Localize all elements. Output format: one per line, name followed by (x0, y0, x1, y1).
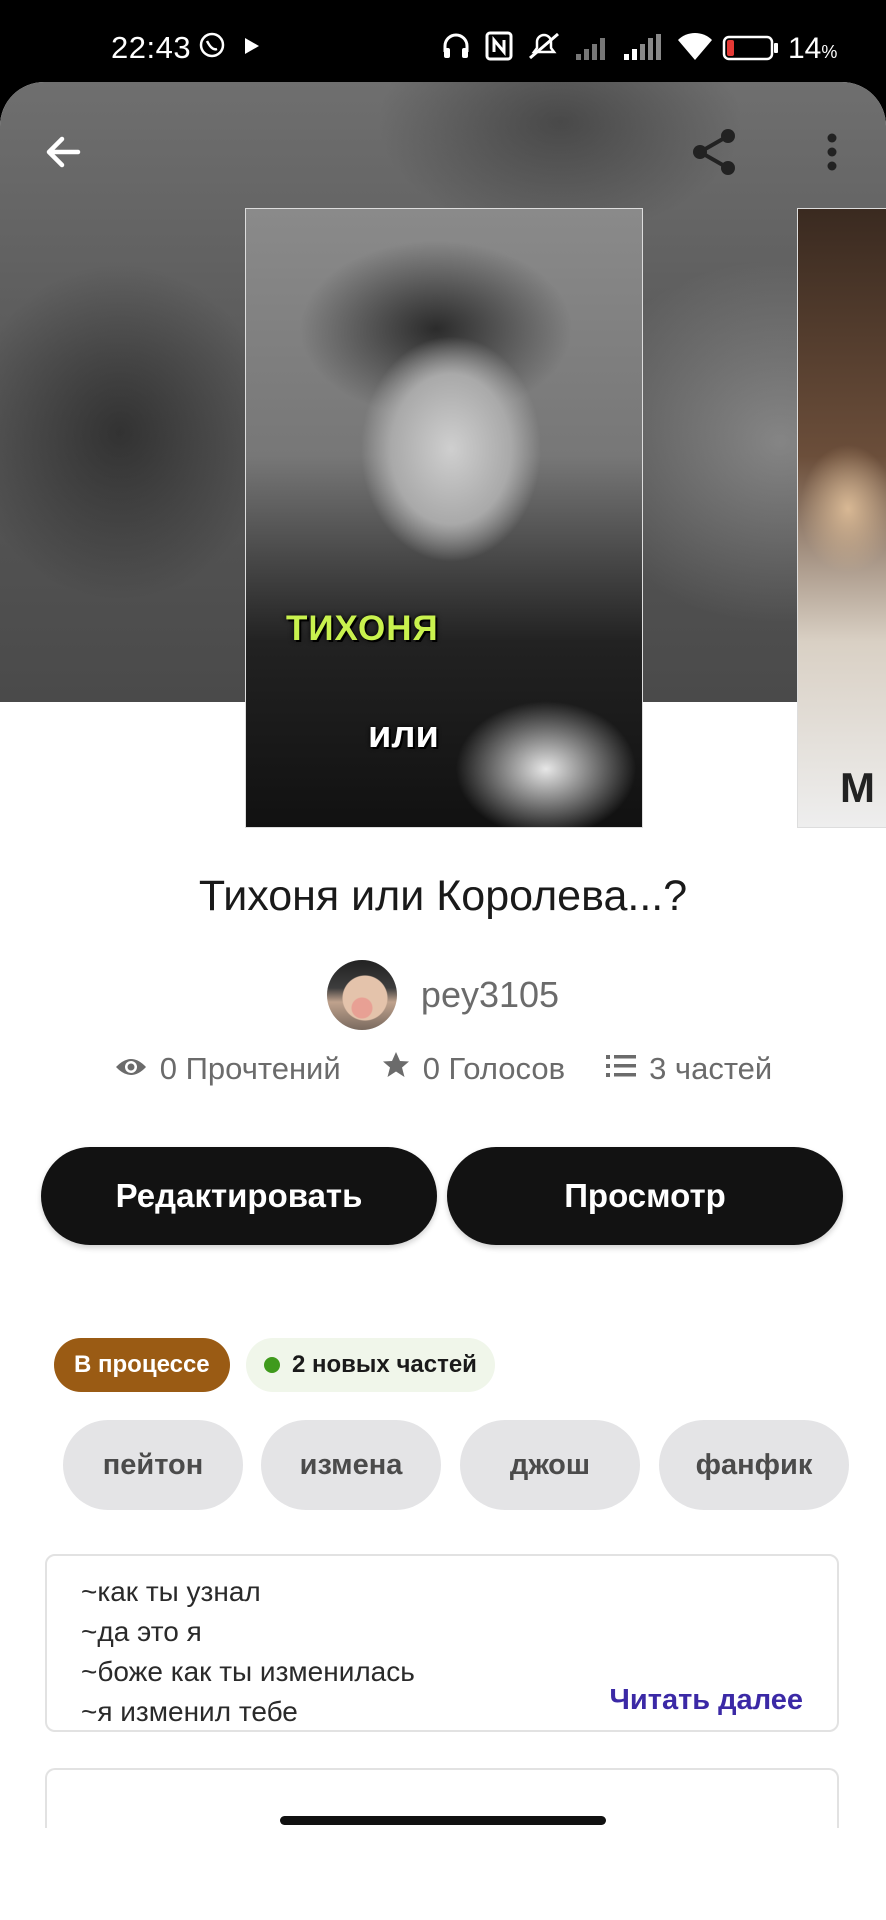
status-bar: 22:43 14% (0, 0, 886, 84)
mute-icon (526, 30, 562, 67)
read-more-link[interactable]: Читать далее (610, 1684, 803, 1717)
reads-count: 0 Прочтений (159, 1051, 341, 1086)
author-name[interactable]: pey3105 (421, 974, 559, 1016)
back-button[interactable] (28, 118, 100, 190)
signal-icon (574, 34, 614, 67)
cover-caption-top: ТИХОНЯ (286, 609, 439, 648)
story-title: Тихоня или Королева...? (198, 872, 688, 920)
edit-button[interactable]: Редактировать (41, 1147, 437, 1245)
story-cover[interactable]: ТИХОНЯ или (245, 208, 643, 828)
description-line: ~я изменил тебе (81, 1696, 298, 1727)
more-vertical-icon (825, 132, 839, 177)
list-icon (605, 1051, 637, 1087)
more-options-button[interactable] (796, 118, 868, 190)
parts-count: 3 частей (649, 1051, 773, 1086)
votes-count: 0 Голосов (422, 1051, 566, 1086)
description-line: ~как ты узнал (81, 1576, 261, 1607)
star-icon (381, 1050, 411, 1088)
next-cover-text: M (840, 764, 875, 811)
tag-chip[interactable]: измена (261, 1420, 441, 1510)
wifi-icon (676, 32, 714, 67)
cover-caption-bottom: или (368, 714, 439, 756)
home-indicator[interactable] (280, 1816, 606, 1825)
back-arrow-icon (42, 130, 86, 179)
share-icon (686, 124, 742, 185)
description-box: ~как ты узнал ~да это я ~боже как ты изм… (45, 1554, 839, 1732)
votes-stat: 0 Голосов (381, 1050, 565, 1088)
new-parts-label: 2 новых частей (292, 1351, 477, 1378)
description-line: ~боже как ты изменилась (81, 1656, 415, 1687)
tag-chip[interactable]: джош (460, 1420, 640, 1510)
eye-icon (114, 1051, 148, 1087)
new-dot-icon (264, 1357, 280, 1373)
battery-percent: 14% (788, 32, 838, 65)
story-details-sheet: ТИХОНЯ или M Тихоня или Королева...? pey… (0, 82, 886, 1920)
author-row[interactable]: pey3105 (0, 960, 886, 1030)
tag-chip[interactable]: пейтон (63, 1420, 243, 1510)
new-parts-badge: 2 новых частей (246, 1338, 495, 1392)
headphones-icon (440, 30, 472, 67)
status-time: 22:43 (111, 30, 192, 65)
avatar[interactable] (326, 960, 397, 1030)
next-story-cover[interactable]: M (797, 208, 886, 828)
story-stats: 0 Прочтений 0 Голосов 3 частей (0, 1050, 886, 1088)
status-badge: В процессе (54, 1338, 230, 1392)
reads-stat: 0 Прочтений (114, 1051, 341, 1087)
viber-icon (197, 30, 227, 65)
tag-chip[interactable]: фанфик (659, 1420, 849, 1510)
share-button[interactable] (678, 118, 750, 190)
description-line: ~да это я (81, 1616, 202, 1647)
play-icon (243, 36, 261, 61)
nfc-icon (484, 30, 514, 67)
signal-icon (622, 34, 664, 67)
battery-icon (722, 35, 780, 66)
preview-button[interactable]: Просмотр (447, 1147, 843, 1245)
parts-stat: 3 частей (605, 1051, 772, 1087)
